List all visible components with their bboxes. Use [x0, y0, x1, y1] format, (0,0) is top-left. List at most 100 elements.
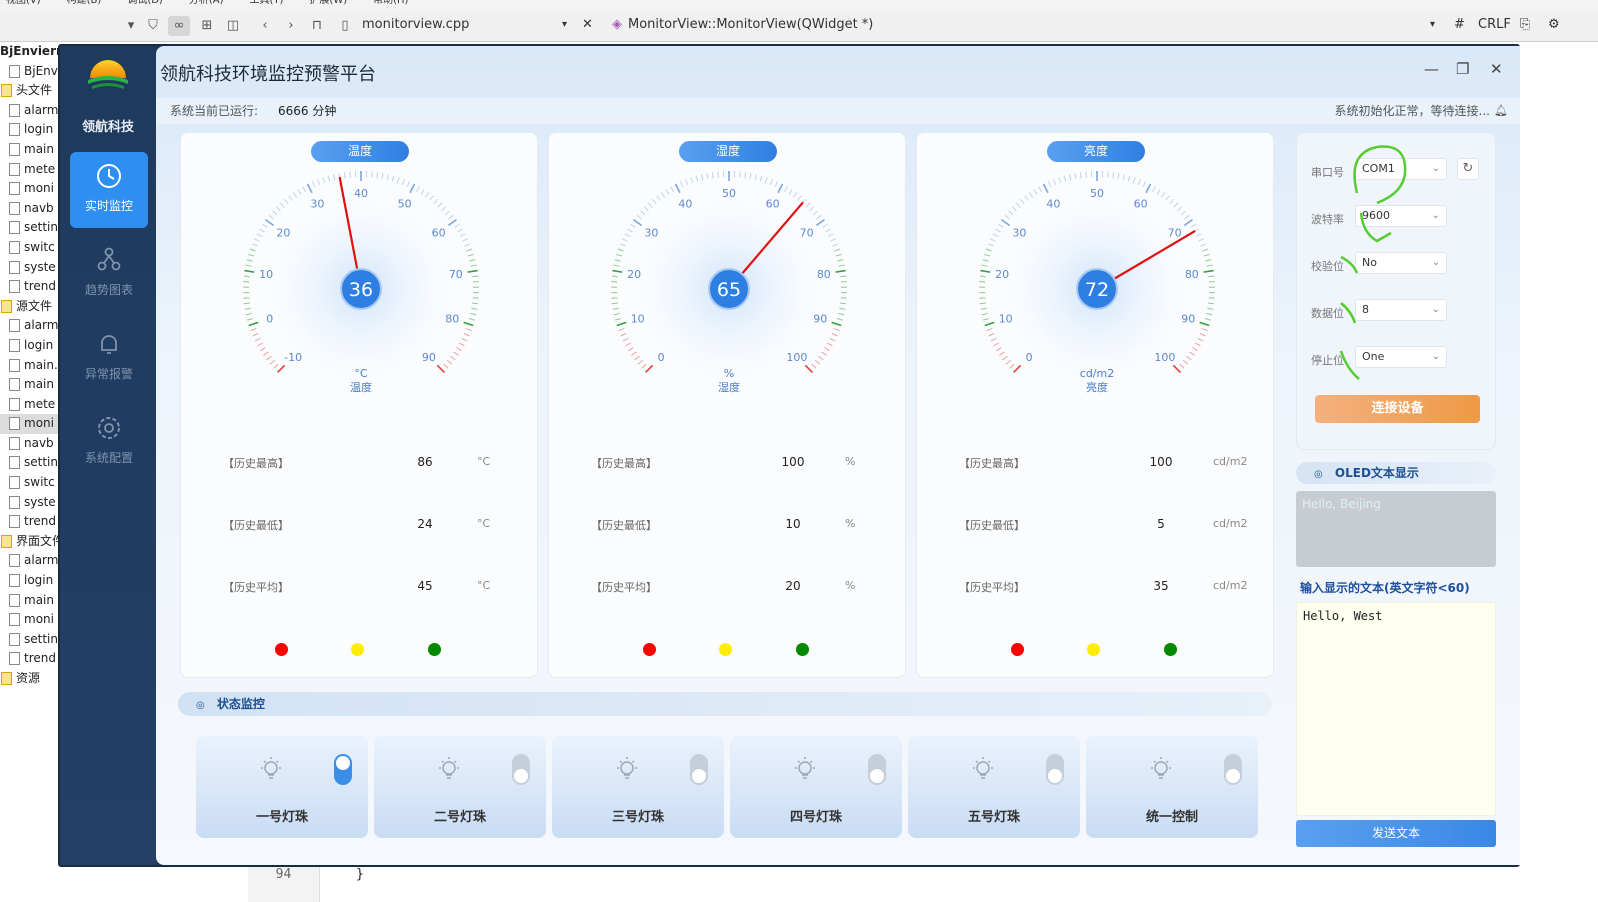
tree-item[interactable]: mete: [0, 395, 58, 415]
tree-item[interactable]: trend: [0, 649, 58, 669]
tree-item[interactable]: alarm: [0, 551, 58, 571]
back-icon[interactable]: ‹: [254, 16, 276, 36]
tree-item[interactable]: mete: [0, 160, 58, 180]
refresh-icon[interactable]: ↻: [1457, 158, 1479, 180]
send-text-button[interactable]: 发送文本: [1296, 820, 1496, 847]
history-unit: %: [845, 517, 856, 530]
minimize-button[interactable]: —: [1424, 60, 1439, 78]
link-icon[interactable]: ∞: [168, 16, 190, 36]
lamp-toggle[interactable]: [334, 754, 352, 785]
restore-button[interactable]: ❐: [1456, 60, 1469, 78]
tree-item[interactable]: alarm: [0, 101, 58, 121]
ide-menu-item[interactable]: 帮助(H): [373, 0, 408, 6]
lamp-toggle[interactable]: [690, 754, 708, 785]
nav-item[interactable]: 实时监控: [70, 152, 148, 228]
tree-item[interactable]: switc: [0, 473, 58, 493]
tree-item[interactable]: 头文件: [0, 81, 58, 101]
tree-item[interactable]: settin: [0, 630, 58, 650]
ide-menu-item[interactable]: 调试(D): [127, 0, 163, 6]
tree-item[interactable]: trend: [0, 512, 58, 532]
tree-item[interactable]: trend: [0, 277, 58, 297]
parity-select[interactable]: No ⌄: [1355, 252, 1447, 274]
tree-item-label: trend: [24, 279, 56, 294]
tree-item[interactable]: main: [0, 591, 58, 611]
ide-menu-item[interactable]: 分析(A): [189, 0, 224, 6]
line-ending[interactable]: CRLF: [1478, 17, 1511, 32]
close-button[interactable]: ✕: [1490, 60, 1503, 78]
history-value: 20: [785, 579, 801, 593]
history-unit: °C: [477, 455, 491, 468]
tree-item[interactable]: 界面文件: [0, 532, 58, 552]
tree-item-label: BjEnvierm: [0, 44, 58, 58]
tree-item[interactable]: settin: [0, 453, 58, 473]
tree-item[interactable]: login: [0, 571, 58, 591]
gauge-tick-label: 70: [1168, 227, 1182, 240]
tree-item[interactable]: main.: [0, 356, 58, 376]
tree-item[interactable]: navb: [0, 434, 58, 454]
oled-input-label: 输入显示的文本(英文字符<60): [1300, 581, 1470, 595]
databits-select[interactable]: 8 ⌄: [1355, 299, 1447, 321]
forward-icon[interactable]: ›: [280, 16, 302, 36]
nav-item[interactable]: 趋势图表: [70, 236, 148, 312]
ide-menu-item[interactable]: 视图(V): [6, 0, 41, 6]
lamp-toggle[interactable]: [1046, 754, 1064, 785]
ide-file-name[interactable]: monitorview.cpp: [362, 17, 469, 32]
tree-item[interactable]: moni: [0, 179, 58, 199]
file-dropdown-icon[interactable]: ▾: [562, 19, 567, 30]
doc-icon[interactable]: ⎘: [1520, 17, 1530, 32]
oled-text-input[interactable]: Hello, West: [1296, 602, 1496, 816]
serial-config-panel: 串口号 COM1 ⌄ ↻ 波特率 9600 ⌄ 校验位 No ⌄ 数据位 8 ⌄ 停止位…: [1296, 132, 1496, 450]
split-icon[interactable]: ⊞: [196, 16, 218, 36]
function-dropdown-icon[interactable]: ▾: [1430, 19, 1435, 30]
tree-item-label: login: [24, 122, 54, 137]
stopbits-select[interactable]: One ⌄: [1355, 346, 1447, 368]
tree-item[interactable]: 源文件: [0, 297, 58, 317]
state-monitor-header: ◎ 状态监控: [178, 692, 1272, 716]
lamp-toggle[interactable]: [512, 754, 530, 785]
filter-icon[interactable]: ⛉: [142, 16, 164, 36]
tree-item[interactable]: main: [0, 140, 58, 160]
ide-menu-item[interactable]: 工具(T): [250, 0, 284, 6]
tree-item[interactable]: switc: [0, 238, 58, 258]
connect-button[interactable]: 连接设备: [1315, 395, 1480, 423]
lamp-toggle[interactable]: [1224, 754, 1242, 785]
tree-item[interactable]: moni: [0, 414, 58, 434]
ide-menu-item[interactable]: 构建(B): [67, 0, 102, 6]
tree-item[interactable]: moni: [0, 610, 58, 630]
tree-item[interactable]: syste: [0, 258, 58, 278]
dropdown-arrow-icon[interactable]: ▾: [120, 16, 142, 36]
tree-item[interactable]: main: [0, 375, 58, 395]
bell-small-icon[interactable]: 🔔︎: [1494, 98, 1508, 124]
tree-item[interactable]: login: [0, 120, 58, 140]
nav-item[interactable]: 异常报警: [70, 320, 148, 396]
history-unit: °C: [477, 579, 491, 592]
runtime-value: 6666 分钟: [278, 104, 337, 118]
tree-item[interactable]: settin: [0, 218, 58, 238]
tree-item[interactable]: BjEnvier: [0, 62, 58, 82]
panel-icon[interactable]: ◫: [222, 16, 244, 36]
hash-label[interactable]: #: [1454, 17, 1465, 32]
lock-icon[interactable]: ⊓: [306, 16, 328, 36]
settings-icon[interactable]: ⚙: [1548, 17, 1560, 32]
tree-item[interactable]: syste: [0, 493, 58, 513]
port-select[interactable]: COM1 ⌄: [1355, 158, 1447, 180]
tree-item[interactable]: BjEnvierm: [0, 42, 58, 62]
tree-item[interactable]: alarm: [0, 316, 58, 336]
logo-icon: [88, 60, 128, 89]
close-file-icon[interactable]: ✕: [582, 17, 593, 32]
tree-item[interactable]: login: [0, 336, 58, 356]
nav-item[interactable]: 系统配置: [70, 404, 148, 480]
lamp-card: 五号灯珠: [908, 736, 1080, 838]
history-value: 10: [785, 517, 801, 531]
tree-item[interactable]: 资源: [0, 669, 58, 689]
lamp-toggle[interactable]: [868, 754, 886, 785]
history-label: 【历史最低】: [591, 519, 657, 532]
lamp-label: 统一控制: [1145, 810, 1198, 825]
tree-item-label: settin: [24, 455, 58, 470]
file-icon: [9, 593, 20, 607]
gauge-unit: cd/m2: [1080, 367, 1114, 380]
tree-item[interactable]: navb: [0, 199, 58, 219]
baud-select[interactable]: 9600 ⌄: [1355, 205, 1447, 227]
ide-function-name[interactable]: MonitorView::MonitorView(QWidget *): [628, 17, 873, 32]
ide-menu-item[interactable]: 扩展(W): [309, 0, 347, 6]
